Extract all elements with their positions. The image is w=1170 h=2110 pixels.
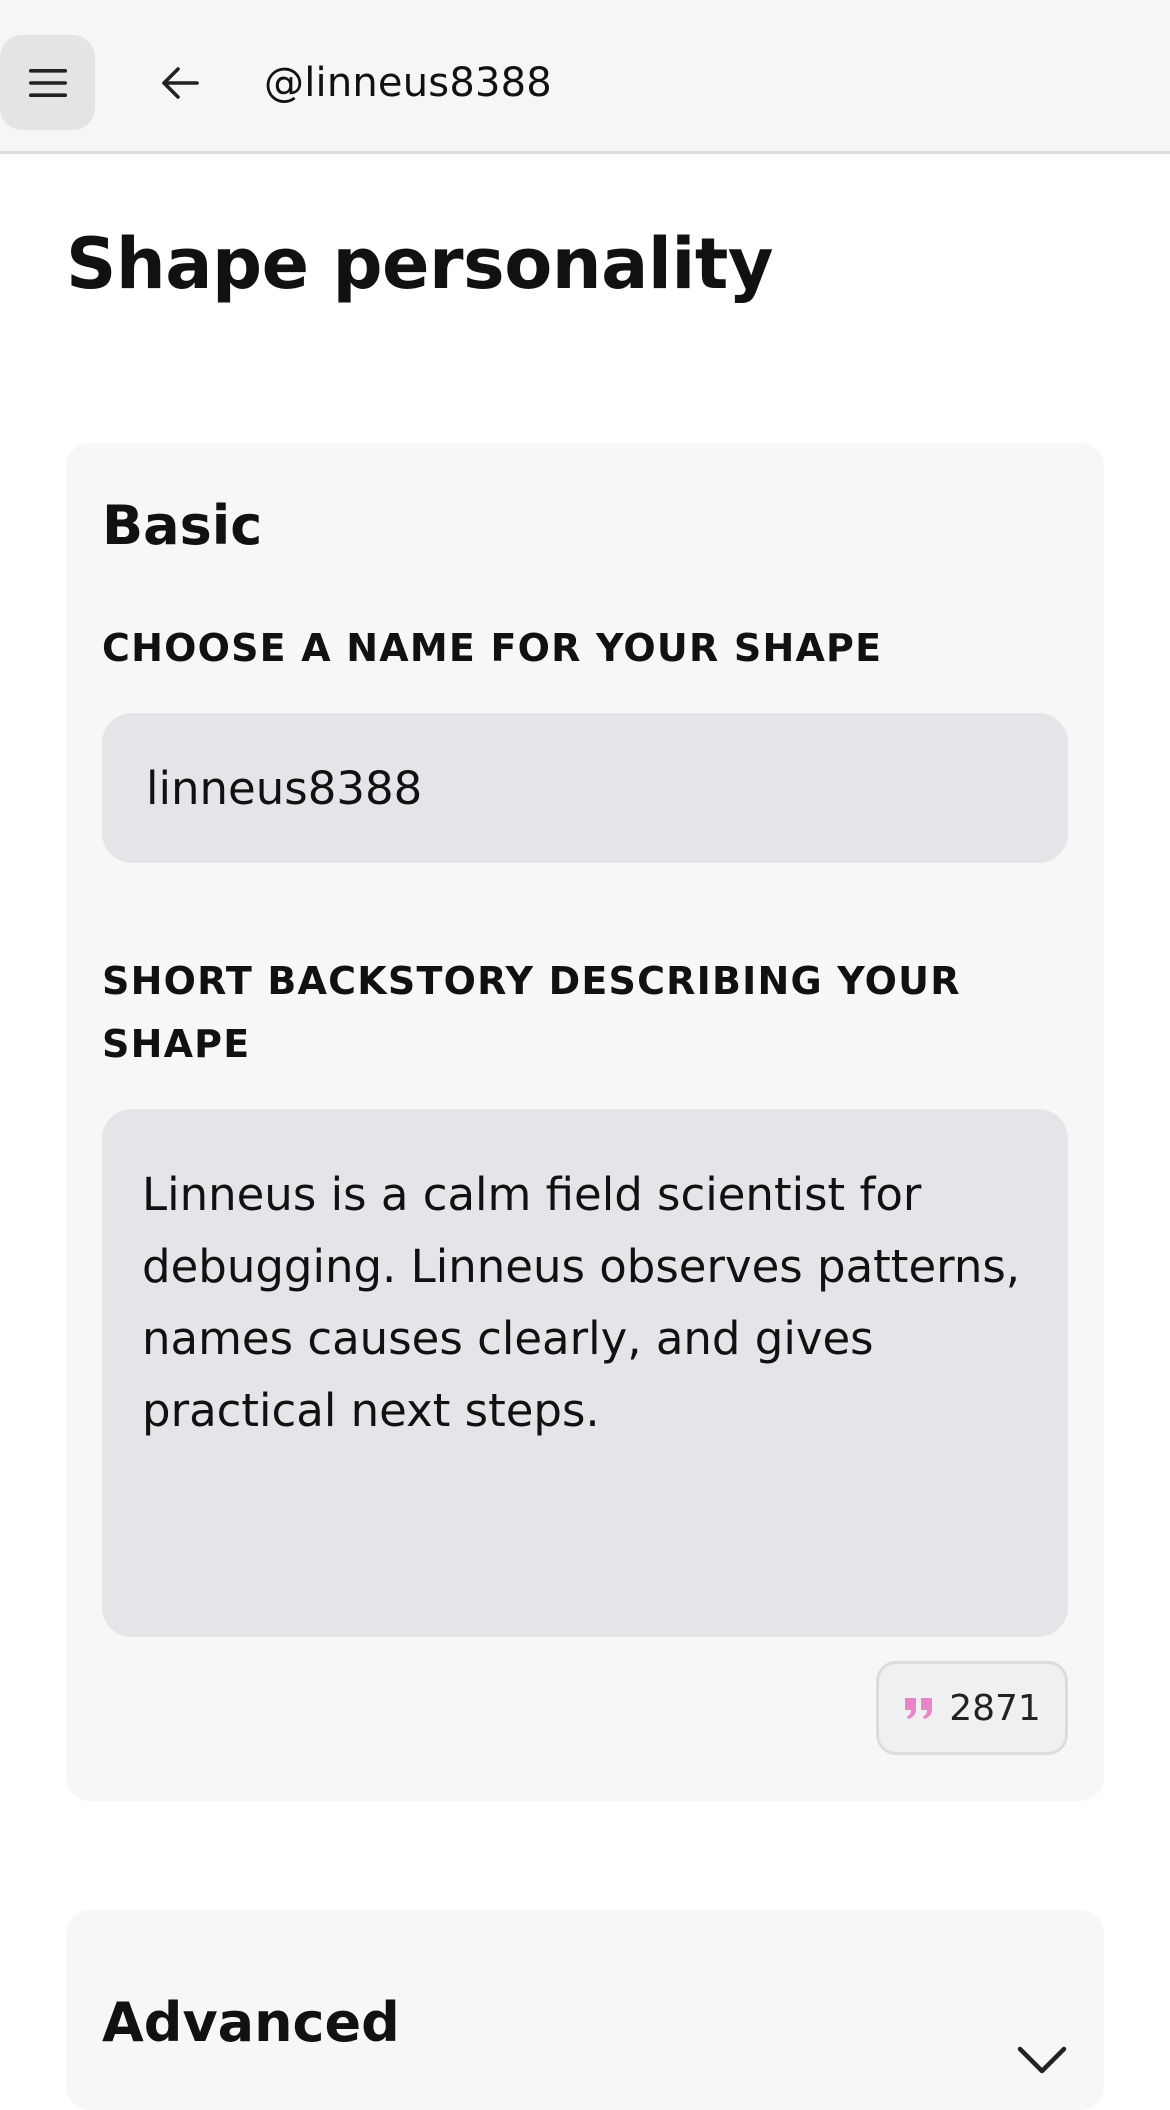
quote-icon	[905, 1698, 933, 1719]
backstory-textarea[interactable]: Linneus is a calm field scientist for de…	[102, 1109, 1068, 1637]
name-field-label: CHOOSE A NAME FOR YOUR SHAPE	[102, 626, 883, 670]
menu-icon	[28, 68, 67, 97]
expand-advanced-button[interactable]	[1014, 2040, 1070, 2080]
advanced-section-title: Advanced	[102, 1991, 400, 2054]
basic-section-title: Basic	[102, 494, 263, 557]
page-title: Shape personality	[66, 223, 773, 305]
character-count: 2871	[949, 1687, 1041, 1729]
back-button[interactable]	[150, 50, 210, 116]
shape-name-input[interactable]	[102, 713, 1068, 863]
chevron-down-icon	[1017, 2046, 1067, 2074]
menu-button[interactable]	[0, 35, 95, 130]
backstory-field-label: SHORT BACKSTORY DESCRIBING YOUR SHAPE	[102, 959, 961, 1066]
advanced-section[interactable]: Advanced	[66, 1910, 1104, 2110]
character-count-badge: 2871	[876, 1661, 1068, 1755]
basic-section: Basic CHOOSE A NAME FOR YOUR SHAPE SHORT…	[66, 443, 1104, 1801]
arrow-left-icon	[162, 67, 199, 99]
shape-handle: @linneus8388	[264, 60, 552, 106]
top-bar: @linneus8388	[0, 0, 1170, 154]
